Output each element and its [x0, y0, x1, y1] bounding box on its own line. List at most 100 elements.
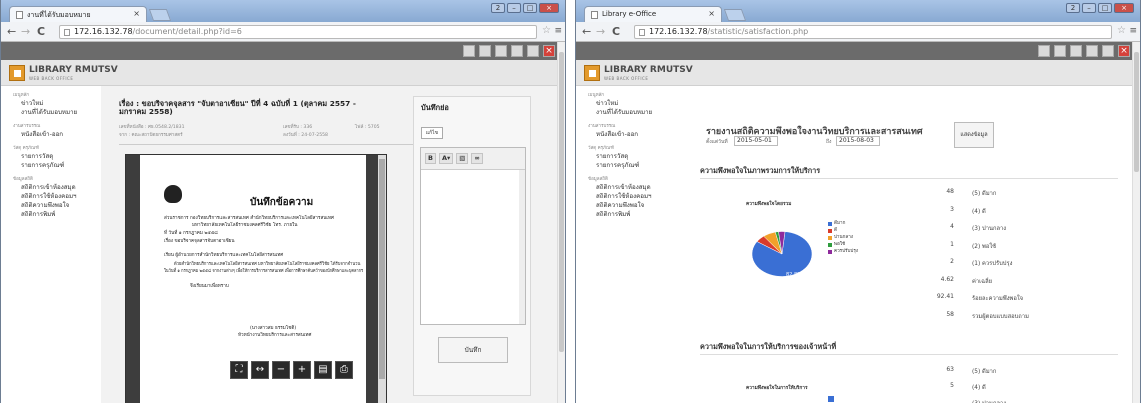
- reload-icon[interactable]: C: [37, 25, 45, 38]
- menu-icon[interactable]: ≡: [1129, 26, 1137, 36]
- browser-tab[interactable]: งานที่ได้รับมอบหมาย ×: [9, 6, 147, 22]
- stat-value: 1: [950, 240, 954, 248]
- sidebar-item-satisfaction[interactable]: สถิติความพึงพอใจ: [588, 201, 664, 210]
- new-tab-button[interactable]: [148, 9, 172, 21]
- sidebar-item-equipment[interactable]: รายการครุภัณฑ์: [13, 161, 89, 170]
- stat-label: (3) ปานกลาง: [972, 398, 1006, 403]
- show-data-button[interactable]: แสดงข้อมูล: [954, 122, 994, 148]
- note-textarea[interactable]: [421, 170, 525, 324]
- minimize-icon[interactable]: –: [1082, 3, 1096, 13]
- help-icon[interactable]: 2: [1066, 3, 1080, 13]
- sidebar-item-computer-use[interactable]: สถิติการใช้ห้องคอมฯ: [13, 192, 89, 201]
- forward-icon[interactable]: →: [21, 25, 30, 38]
- print-icon[interactable]: ⎙: [335, 361, 353, 379]
- sidebar-item-assigned-tasks[interactable]: งานที่ได้รับมอบหมาย: [13, 108, 89, 117]
- toolbar-button[interactable]: [1070, 45, 1082, 57]
- sidebar-item-satisfaction[interactable]: สถิติความพึงพอใจ: [13, 201, 89, 210]
- document-detail: เรื่อง : ขอบริจาคจุลสาร "จับตาอาเซียน" ป…: [101, 86, 557, 403]
- sidebar-item-library-visits[interactable]: สถิติการเข้าห้องสมุด: [13, 183, 89, 192]
- help-icon[interactable]: 2: [491, 3, 505, 13]
- page-scrollbar[interactable]: [1132, 42, 1140, 403]
- browser-tab[interactable]: Library e-Office ×: [584, 6, 722, 22]
- sidebar-item-materials[interactable]: รายการวัสดุ: [13, 152, 89, 161]
- back-icon[interactable]: ←: [7, 25, 16, 38]
- document-number: เลขที่หนังสือ : ศธ.0548.2/1831: [119, 125, 185, 130]
- sidebar-item-computer-use[interactable]: สถิติการใช้ห้องคอมฯ: [588, 192, 664, 201]
- stat-row: 92.41 ร้อยละความพึงพอใจ: [674, 293, 1132, 310]
- save-button[interactable]: บันทึก: [438, 337, 508, 363]
- image-icon[interactable]: ▧: [456, 153, 469, 164]
- tab-close-icon[interactable]: ×: [133, 9, 140, 18]
- memo-line: ด้วยสำนักวิทยบริการและเทคโนโลยีสารสนเทศ …: [174, 262, 361, 267]
- sidebar-item-assigned-tasks[interactable]: งานที่ได้รับมอบหมาย: [588, 108, 664, 117]
- window-controls: 2 – □ ×: [1066, 3, 1134, 13]
- edit-note-button[interactable]: แก้ไข: [421, 127, 443, 139]
- zoom-in-icon[interactable]: +: [293, 361, 311, 379]
- toolbar-button[interactable]: [1054, 45, 1066, 57]
- toolbar-button[interactable]: [463, 45, 475, 57]
- minimize-icon[interactable]: –: [507, 3, 521, 13]
- window-gap: [566, 0, 575, 403]
- close-window-icon[interactable]: ×: [539, 3, 559, 13]
- stat-label: รวมผู้ตอบแบบสอบถาม: [972, 313, 1029, 320]
- reload-icon[interactable]: C: [612, 25, 620, 38]
- logout-icon[interactable]: ×: [543, 45, 555, 57]
- from-date-input[interactable]: 2015-05-01: [734, 136, 778, 146]
- sidebar: เมนูหลัก ข่าวใหม่ งานที่ได้รับมอบหมาย งา…: [576, 86, 664, 403]
- title-bar: Library e-Office × 2 – □ ×: [576, 0, 1140, 22]
- bookmark-star-icon[interactable]: ☆: [1117, 25, 1126, 36]
- viewer-scrollbar[interactable]: [378, 155, 386, 403]
- logout-icon[interactable]: ×: [1118, 45, 1130, 57]
- toolbar-button[interactable]: [495, 45, 507, 57]
- window-controls: 2 – □ ×: [491, 3, 559, 13]
- rich-text-editor: B A▾ ▧ ∞: [420, 147, 526, 325]
- new-tab-button[interactable]: [723, 9, 747, 21]
- stat-row: 48 (5) ดีมาก: [674, 188, 1132, 205]
- address-bar[interactable]: 172.16.132.78/document/detail.php?id=6: [59, 25, 537, 39]
- sidebar-group: วัสดุ ครุภัณฑ์ รายการวัสดุ รายการครุภัณฑ…: [588, 144, 664, 170]
- sidebar-group: ข้อมูลสถิติ สถิติการเข้าห้องสมุด สถิติกา…: [13, 175, 89, 219]
- maximize-icon[interactable]: □: [523, 3, 537, 13]
- sidebar-item-printing[interactable]: สถิติการพิมพ์: [13, 210, 89, 219]
- memo-signer: (นางสาวสม ธรรมโชติ): [250, 326, 297, 331]
- toolbar-button[interactable]: [479, 45, 491, 57]
- toolbar-button[interactable]: [1038, 45, 1050, 57]
- maximize-icon[interactable]: □: [1098, 3, 1112, 13]
- sidebar-item-library-visits[interactable]: สถิติการเข้าห้องสมุด: [588, 183, 664, 192]
- sidebar-item-materials[interactable]: รายการวัสดุ: [588, 152, 664, 161]
- bold-icon[interactable]: B: [425, 153, 436, 164]
- address-toolbar: ← → C 172.16.132.78/document/detail.php?…: [1, 22, 565, 42]
- toolbar-button[interactable]: [527, 45, 539, 57]
- back-icon[interactable]: ←: [582, 25, 591, 38]
- page-scrollbar[interactable]: [557, 42, 565, 403]
- zoom-out-icon[interactable]: −: [272, 361, 290, 379]
- download-icon[interactable]: ▤: [314, 361, 332, 379]
- tab-close-icon[interactable]: ×: [708, 9, 715, 18]
- to-date-input[interactable]: 2015-08-03: [836, 136, 880, 146]
- font-color-icon[interactable]: A▾: [438, 153, 454, 164]
- forward-icon[interactable]: →: [596, 25, 605, 38]
- from-date-label: ตั้งแต่วันที่: [706, 139, 728, 145]
- sidebar-item-equipment[interactable]: รายการครุภัณฑ์: [588, 161, 664, 170]
- sidebar-item-letters[interactable]: หนังสือเข้า-ออก: [588, 130, 664, 139]
- sidebar-group-heading: วัสดุ ครุภัณฑ์: [13, 146, 39, 151]
- bookmark-star-icon[interactable]: ☆: [542, 25, 551, 36]
- close-window-icon[interactable]: ×: [1114, 3, 1134, 13]
- sidebar-item-news[interactable]: ข่าวใหม่: [13, 99, 89, 108]
- url-host: 172.16.132.78: [649, 27, 708, 36]
- fit-width-icon[interactable]: ↔: [251, 361, 269, 379]
- menu-icon[interactable]: ≡: [554, 26, 562, 36]
- sidebar-item-news[interactable]: ข่าวใหม่: [588, 99, 664, 108]
- sidebar-item-printing[interactable]: สถิติการพิมพ์: [588, 210, 664, 219]
- stat-value: 58: [946, 310, 954, 318]
- link-icon[interactable]: ∞: [471, 153, 483, 164]
- toolbar-button[interactable]: [1102, 45, 1114, 57]
- toolbar-button[interactable]: [1086, 45, 1098, 57]
- fit-page-icon[interactable]: ⛶: [230, 361, 248, 379]
- toolbar-button[interactable]: [511, 45, 523, 57]
- stat-row: 1 (2) พอใช้: [674, 241, 1132, 258]
- pdf-viewer[interactable]: บันทึกข้อความ ส่วนราชการ กองวิทยบริการแล…: [125, 154, 387, 403]
- memo-line: จึงเรียนมาเพื่อทราบ: [190, 284, 229, 289]
- address-bar[interactable]: 172.16.132.78/statistic/satisfaction.php: [634, 25, 1112, 39]
- sidebar-item-letters[interactable]: หนังสือเข้า-ออก: [13, 130, 89, 139]
